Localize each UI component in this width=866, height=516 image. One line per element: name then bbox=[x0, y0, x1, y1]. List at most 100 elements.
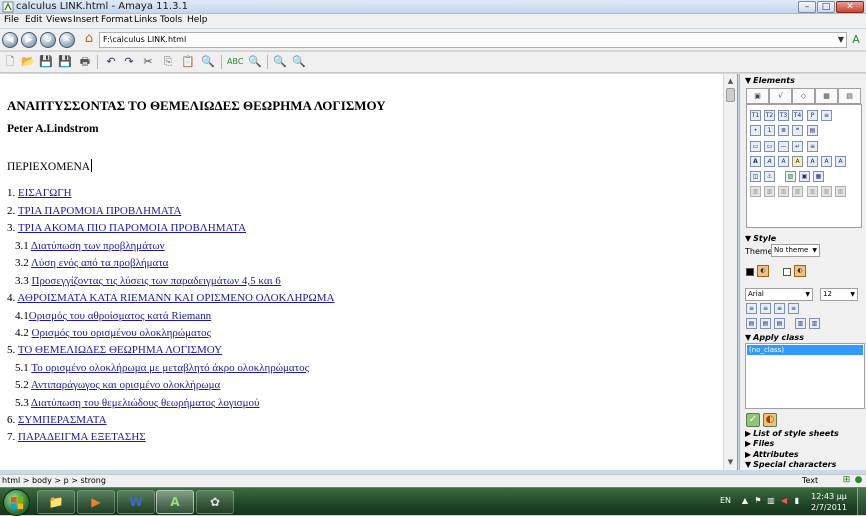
bullet-list-icon[interactable]: • bbox=[750, 125, 761, 136]
find-icon[interactable]: 🔍 bbox=[200, 54, 216, 70]
toc-link[interactable]: Αντιπαράγωγος και ορισμένο ολοκλήρωμα bbox=[31, 379, 220, 391]
zoom-out-icon[interactable]: 🔍 bbox=[291, 54, 307, 70]
menu-format[interactable]: Format bbox=[101, 15, 133, 25]
toc-link[interactable]: ΤΡΙΑ ΠΑΡΟΜΟΙΑ ΠΡΟΒΛΗΜΑΤΑ bbox=[18, 205, 182, 217]
show-desktop-button[interactable] bbox=[857, 488, 866, 516]
class-list[interactable]: (no_class) bbox=[745, 343, 865, 409]
toc-link[interactable]: ΤΟ ΘΕΜΕΛΙΩΔΕΣ ΘΕΩΡΗΜΑ ΛΟΓΙΣΜΟΥ bbox=[18, 344, 222, 356]
back-icon[interactable]: ◀ bbox=[2, 32, 18, 48]
toc-link[interactable]: Ορισμός του ορισμένου ολοκληρώματος bbox=[32, 327, 212, 339]
heading3-icon[interactable]: T3 bbox=[778, 110, 789, 121]
toc-link[interactable]: Διατύπωση του θεμελιώδους θεωρήματος λογ… bbox=[31, 397, 260, 409]
list-icon[interactable]: ≡ bbox=[821, 110, 832, 121]
document-view[interactable]: ΑΝΑΠΤΥΣΣΟΝΤΑΣ ΤΟ ΘΕΜΕΛΙΩΔΕΣ ΘΕΩΡΗΜΑ ΛΟΓΙ… bbox=[0, 74, 738, 470]
power-tray-icon[interactable]: ▮ bbox=[792, 496, 802, 506]
apply-icon[interactable]: ✓ bbox=[746, 413, 760, 427]
redo-icon[interactable]: ↷ bbox=[121, 54, 137, 70]
save-as-icon[interactable]: 💾 bbox=[57, 54, 73, 70]
table-op-icon[interactable]: ▥ bbox=[807, 186, 818, 197]
menu-file[interactable]: File bbox=[4, 15, 19, 25]
elements-section-header[interactable]: ▼ Elements bbox=[745, 76, 795, 85]
font-size-select[interactable]: 12 ▼ bbox=[820, 288, 858, 301]
highlight-icon[interactable]: A bbox=[792, 156, 803, 167]
forward-icon[interactable]: ▶ bbox=[21, 32, 37, 48]
style-section-header[interactable]: ▼ Style bbox=[745, 234, 776, 243]
horizontal-rule-icon[interactable]: — bbox=[778, 141, 789, 152]
new-document-icon[interactable]: 🗋 bbox=[2, 54, 18, 70]
toc-link[interactable]: ΑΘΡΟΙΣΜΑΤΑ ΚΑΤΑ RIEMANN ΚΑΙ ΟΡΙΣΜΕΝΟ ΟΛΟ… bbox=[17, 292, 334, 304]
reset-icon[interactable]: ◐ bbox=[763, 413, 777, 427]
justify-icon[interactable]: ≡ bbox=[788, 303, 799, 314]
heading2-icon[interactable]: T2 bbox=[764, 110, 775, 121]
anchor-icon[interactable]: ⚓ bbox=[764, 171, 775, 182]
division-icon[interactable]: ▭ bbox=[764, 141, 775, 152]
zoom-icon[interactable]: 🔍 bbox=[247, 54, 263, 70]
table-op-icon[interactable]: ▥ bbox=[750, 186, 761, 197]
undo-icon[interactable]: ↶ bbox=[103, 54, 119, 70]
close-button[interactable]: ✕ bbox=[836, 1, 864, 13]
subscript-icon[interactable]: A bbox=[821, 156, 832, 167]
spellcheck-icon[interactable]: ABC bbox=[227, 54, 243, 70]
definition-list-icon[interactable]: ≣ bbox=[778, 125, 789, 136]
save-icon[interactable]: 💾 bbox=[38, 54, 54, 70]
tab-svg[interactable]: ◇ bbox=[792, 88, 815, 104]
volume-tray-icon[interactable]: ◀ bbox=[779, 496, 789, 506]
menu-links[interactable]: Links bbox=[134, 15, 157, 25]
word-taskbar-icon[interactable]: W bbox=[117, 490, 155, 514]
home-icon[interactable]: ⌂ bbox=[81, 32, 97, 48]
explorer-taskbar-icon[interactable]: 📁 bbox=[37, 490, 75, 514]
menu-help[interactable]: Help bbox=[187, 15, 208, 25]
background-color-icon[interactable]: ◐ bbox=[794, 265, 806, 277]
comment-icon[interactable]: ≡ bbox=[807, 141, 818, 152]
class-item-selected[interactable]: (no_class) bbox=[747, 345, 863, 355]
indent-icon[interactable]: ▤ bbox=[746, 318, 757, 329]
menu-insert[interactable]: Insert bbox=[73, 15, 99, 25]
tab-math[interactable]: √ bbox=[769, 88, 792, 104]
print-icon[interactable]: 🖶 bbox=[77, 54, 93, 70]
scrollbar-thumb[interactable] bbox=[726, 88, 735, 102]
tab-table[interactable]: ▦ bbox=[815, 88, 838, 104]
text-color-icon[interactable]: ◐ bbox=[757, 265, 769, 277]
address-icon[interactable]: ▭ bbox=[750, 141, 761, 152]
scroll-up-icon[interactable]: ▲ bbox=[724, 75, 737, 88]
clock[interactable]: 12:43 μμ 2/7/2011 bbox=[808, 491, 850, 513]
table-op-icon[interactable]: ▥ bbox=[764, 186, 775, 197]
reload-icon[interactable]: ↻ bbox=[40, 32, 56, 48]
bold-icon[interactable]: A bbox=[750, 156, 761, 167]
break-icon[interactable]: ↵ bbox=[792, 141, 803, 152]
maximize-button[interactable]: □ bbox=[817, 1, 835, 13]
abbreviation-icon[interactable]: A bbox=[835, 156, 846, 167]
files-header[interactable]: ▶ Files bbox=[745, 439, 774, 448]
zoom-in-icon[interactable]: 🔍 bbox=[272, 54, 288, 70]
toc-link[interactable]: Λύση ενός από τα προβλήματα bbox=[31, 257, 169, 269]
line-spacing-icon[interactable]: ▤ bbox=[760, 318, 771, 329]
network-tray-icon[interactable]: ▥ bbox=[766, 496, 776, 506]
table-op-icon[interactable]: ▥ bbox=[821, 186, 832, 197]
scroll-down-icon[interactable]: ▼ bbox=[724, 456, 737, 469]
style-sheets-header[interactable]: ▶ List of style sheets bbox=[745, 429, 839, 438]
address-field[interactable]: F:\calculus LINK.html ▼ bbox=[99, 32, 847, 48]
flag-tray-icon[interactable]: ⚑ bbox=[753, 496, 763, 506]
paragraph-icon[interactable]: P bbox=[807, 110, 818, 121]
line-spacing-icon[interactable]: ▤ bbox=[774, 318, 785, 329]
apply-class-header[interactable]: ▼ Apply class bbox=[745, 333, 804, 342]
code-icon[interactable]: A bbox=[778, 156, 789, 167]
minimize-button[interactable]: – bbox=[798, 1, 816, 13]
image-icon[interactable]: ▨ bbox=[785, 171, 796, 182]
toc-link[interactable]: ΣΥΜΠΕΡΑΣΜΑΤΑ bbox=[18, 414, 107, 426]
toc-link[interactable]: ΤΡΙΑ ΑΚΟΜΑ ΠΙΟ ΠΑΡΟΜΟΙΑ ΠΡΟΒΛΗΜΑΤΑ bbox=[18, 222, 246, 234]
align-center-icon[interactable]: ≡ bbox=[760, 303, 771, 314]
amaya-logo-icon[interactable]: A bbox=[849, 33, 863, 47]
start-button[interactable] bbox=[3, 489, 30, 516]
font-family-select[interactable]: Arial ▼ bbox=[745, 288, 813, 301]
numbered-list-icon[interactable]: 1 bbox=[764, 125, 775, 136]
align-right-icon[interactable]: ≡ bbox=[774, 303, 785, 314]
heading1-icon[interactable]: T1 bbox=[750, 110, 761, 121]
attributes-header[interactable]: ▶ Attributes bbox=[745, 450, 799, 459]
theme-select[interactable]: No theme ▼ bbox=[771, 244, 820, 257]
table-icon[interactable]: ▦ bbox=[813, 171, 824, 182]
superscript-icon[interactable]: A bbox=[807, 156, 818, 167]
toc-link[interactable]: Προσεγγίζοντας τις λύσεις των παραδειγμά… bbox=[32, 275, 281, 287]
vertical-scrollbar[interactable]: ▲ ▼ bbox=[723, 74, 737, 470]
toc-link[interactable]: ΕΙΣΑΓΩΓΗ bbox=[18, 187, 72, 199]
